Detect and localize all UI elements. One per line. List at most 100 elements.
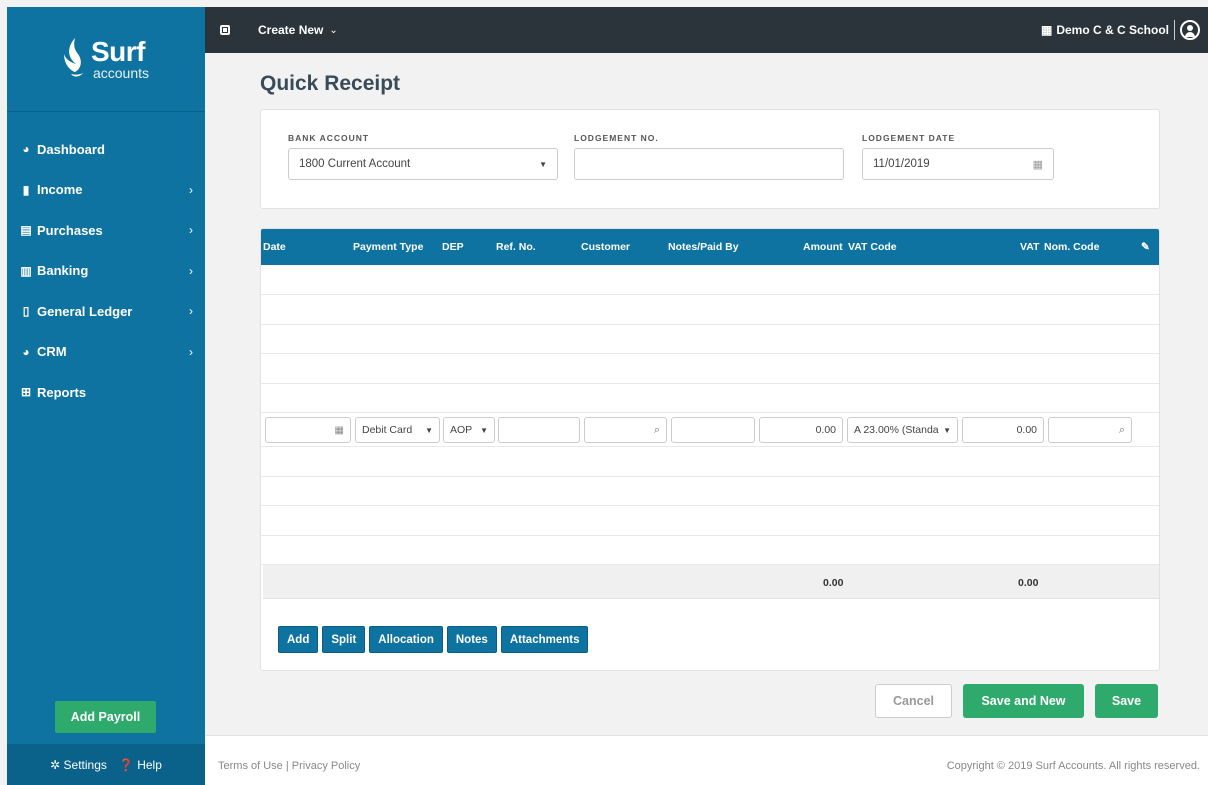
sidebar-item-label: Reports	[37, 384, 87, 400]
caret-down-icon: ▼	[943, 425, 951, 435]
bank-account-value: 1800 Current Account	[299, 158, 411, 170]
calendar-icon: ▦	[334, 424, 344, 436]
chevron-right-icon: ›	[189, 223, 193, 238]
table-row	[261, 536, 1159, 565]
privacy-link[interactable]: Privacy Policy	[292, 760, 360, 772]
vat-code-select[interactable]: A 23.00% (Standa ▼	[847, 417, 958, 443]
table-icon: ⊞	[20, 385, 32, 400]
sidebar-item-purchases[interactable]: ▤ Purchases ›	[7, 210, 205, 251]
pie-chart-icon: ◕	[22, 344, 30, 359]
search-icon[interactable]: ⌕	[1119, 424, 1125, 437]
dep-value: AOP	[450, 424, 473, 436]
total-vat: 0.00	[1018, 577, 1039, 589]
col-date: Date	[263, 241, 286, 253]
payment-type-value: Debit Card	[362, 424, 413, 436]
pencil-icon[interactable]: ✎	[1141, 241, 1150, 253]
footer-separator: |	[285, 760, 289, 772]
amount-input[interactable]: 0.00	[759, 417, 843, 443]
sidebar-footer: ✲ Settings ❓ Help	[7, 744, 205, 785]
create-new-label: Create New	[258, 23, 324, 37]
col-ref-no: Ref. No.	[496, 241, 536, 253]
page-title: Quick Receipt	[260, 72, 401, 95]
entry-date-input[interactable]: ▦	[265, 417, 351, 443]
sidebar-item-banking[interactable]: ▥ Banking ›	[7, 251, 205, 292]
vat-amount-value: 0.00	[1016, 424, 1037, 436]
sidebar-item-reports[interactable]: ⊞ Reports	[7, 372, 205, 413]
col-nom-code: Nom. Code	[1044, 241, 1100, 253]
payment-type-select[interactable]: Debit Card ▼	[355, 417, 440, 443]
col-amount: Amount	[803, 241, 843, 253]
amount-value: 0.00	[815, 424, 836, 436]
sidebar-item-dashboard[interactable]: ◕ Dashboard	[7, 129, 205, 170]
ref-no-input[interactable]	[498, 417, 580, 443]
lodgement-no-label: LODGEMENT NO.	[574, 133, 659, 143]
totals-row: 0.00 0.00	[263, 565, 1159, 599]
page-footer: Terms of Use | Privacy Policy Copyright …	[205, 735, 1208, 785]
col-vat-code: VAT Code	[848, 241, 897, 253]
sidebar-item-label: General Ledger	[37, 303, 133, 319]
caret-down-icon: ▼	[539, 159, 547, 169]
add-payroll-button[interactable]: Add Payroll	[55, 701, 156, 733]
table-row	[261, 477, 1159, 506]
help-link[interactable]: ❓ Help	[119, 758, 162, 772]
allocation-button[interactable]: Allocation	[369, 626, 443, 653]
notes-button[interactable]: Notes	[446, 626, 497, 653]
lodgement-date-value: 11/01/2019	[873, 158, 930, 170]
terms-link[interactable]: Terms of Use	[218, 760, 283, 772]
logo[interactable]: Surf accounts	[7, 7, 205, 112]
sidebar-item-income[interactable]: ▮ Income ›	[7, 170, 205, 211]
settings-label: Settings	[63, 757, 107, 772]
create-new-menu[interactable]: Create New ⌄	[258, 23, 338, 37]
split-button[interactable]: Split	[322, 626, 366, 653]
vat-amount-input[interactable]: 0.00	[962, 417, 1044, 443]
caret-down-icon: ▼	[425, 425, 433, 435]
lodgement-no-input[interactable]	[574, 148, 844, 180]
caret-down-icon: ▼	[480, 425, 488, 435]
bank-account-select[interactable]: 1800 Current Account ▼	[288, 148, 558, 180]
entry-row: ▦ Debit Card ▼ AOP ▼ ⌕ 0.00 A 23.00% (St…	[261, 413, 1159, 447]
add-button[interactable]: Add	[278, 626, 319, 653]
chevron-right-icon: ›	[189, 344, 193, 359]
attachments-button[interactable]: Attachments	[500, 626, 589, 653]
col-customer: Customer	[581, 241, 631, 253]
settings-link[interactable]: ✲ Settings	[50, 758, 107, 772]
col-vat: VAT	[1020, 241, 1040, 253]
table-row	[261, 506, 1159, 536]
building-icon: ▦	[1040, 23, 1053, 37]
notes-input[interactable]	[671, 417, 755, 443]
school-selector[interactable]: ▦ Demo C & C School	[1041, 23, 1169, 37]
sidebar-toggle-icon[interactable]	[220, 25, 230, 35]
sidebar-item-label: CRM	[37, 344, 67, 360]
table-row	[261, 295, 1159, 325]
table-row	[261, 265, 1159, 295]
search-icon[interactable]: ⌕	[654, 424, 660, 437]
col-dep: DEP	[442, 241, 464, 253]
cancel-button[interactable]: Cancel	[875, 684, 952, 718]
sidebar-nav: ◕ Dashboard ▮ Income › ▤ Purchases › ▥ Banking › ▯ G…	[7, 129, 205, 413]
credit-card-icon: ▤	[20, 223, 32, 238]
sidebar-item-label: Dashboard	[37, 141, 105, 157]
sidebar-item-label: Purchases	[37, 222, 103, 238]
save-and-new-button[interactable]: Save and New	[963, 684, 1084, 718]
help-label: Help	[137, 757, 162, 772]
nom-code-search-input[interactable]: ⌕	[1048, 417, 1132, 443]
chevron-down-icon: ⌄	[329, 24, 338, 36]
dashboard-icon: ◕	[22, 142, 30, 157]
table-row	[261, 354, 1159, 384]
dep-select[interactable]: AOP ▼	[443, 417, 495, 443]
logo-word: Surf	[90, 36, 146, 67]
table-row	[261, 325, 1159, 354]
sidebar-item-general-ledger[interactable]: ▯ General Ledger ›	[7, 291, 205, 332]
bank-icon: ▥	[20, 263, 32, 278]
lodgement-date-input[interactable]: 11/01/2019 ▦	[862, 148, 1054, 180]
col-notes: Notes/Paid By	[668, 241, 739, 253]
receipt-table: Date Payment Type DEP Ref. No. Customer …	[260, 228, 1160, 671]
customer-search-input[interactable]: ⌕	[584, 417, 667, 443]
sidebar-item-label: Income	[37, 182, 83, 198]
user-avatar-icon[interactable]	[1180, 20, 1200, 40]
sidebar-item-crm[interactable]: ◕ CRM ›	[7, 332, 205, 373]
top-bar: Create New ⌄ ▦ Demo C & C School	[205, 7, 1208, 53]
save-button[interactable]: Save	[1095, 684, 1158, 718]
chevron-right-icon: ›	[189, 182, 193, 197]
table-row	[261, 447, 1159, 477]
